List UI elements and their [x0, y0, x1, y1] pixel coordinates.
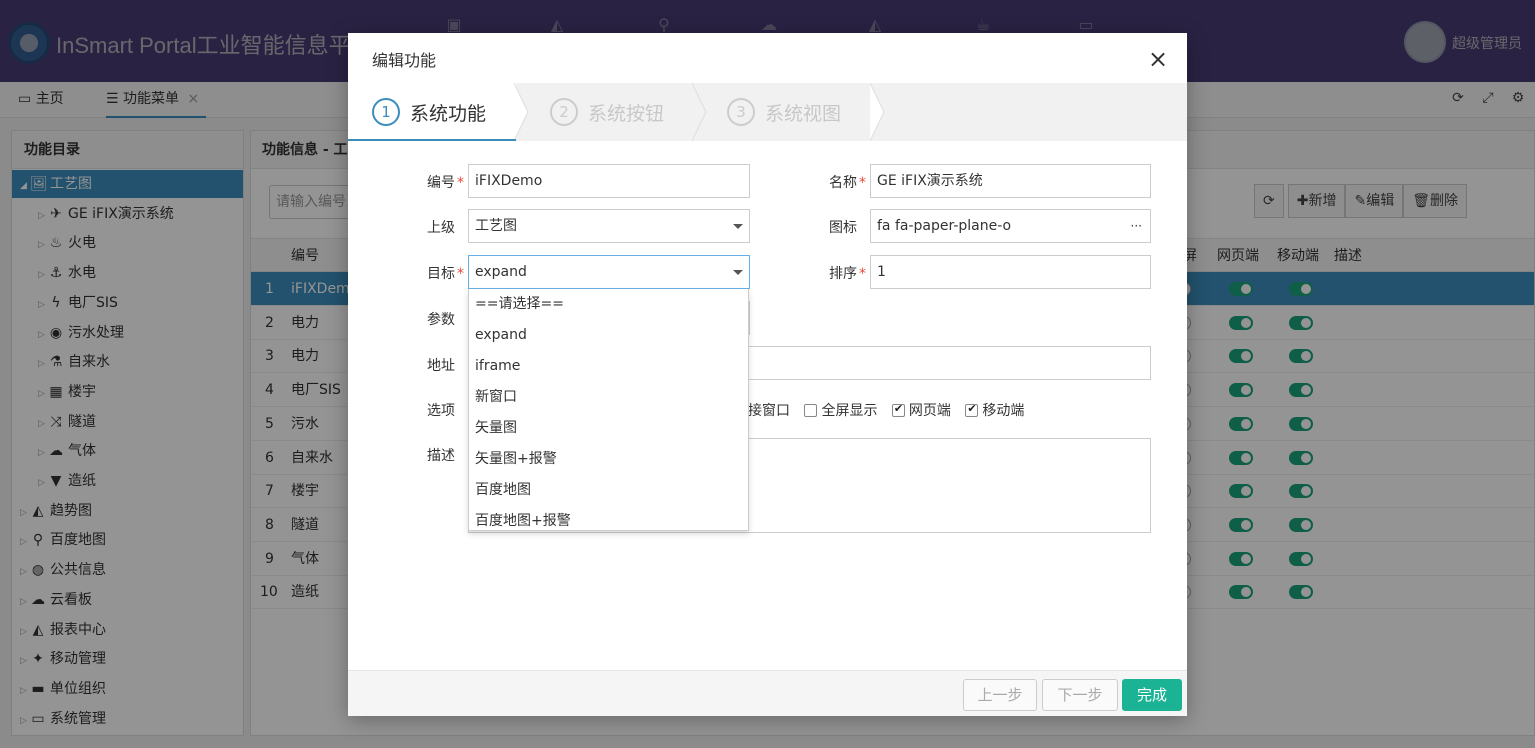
code-label: 编号 * [427, 175, 464, 191]
options-group: 接窗口 全屏显示 网页端 移动端 [748, 400, 1024, 420]
dropdown-option[interactable]: 矢量图 [469, 413, 748, 444]
next-button[interactable]: 下一步 [1042, 679, 1118, 711]
param-label: 参数 [427, 312, 455, 328]
chevron-down-icon [733, 224, 743, 229]
order-label: 排序 * [829, 266, 866, 282]
url-label: 地址 [427, 358, 455, 374]
icon-field[interactable]: fa fa-paper-plane-o ··· [870, 209, 1151, 243]
web-checkbox[interactable] [891, 402, 905, 417]
dropdown-option[interactable]: 百度地图+报警 [469, 506, 748, 530]
dropdown-option[interactable]: expand [469, 320, 748, 351]
chevron-down-icon [733, 270, 743, 275]
target-label: 目标 * [427, 266, 464, 282]
dropdown-option[interactable]: iframe [469, 351, 748, 382]
dialog-title: 编辑功能 [372, 51, 437, 70]
more-icon[interactable]: ··· [1131, 210, 1142, 242]
dropdown-option[interactable]: 百度地图 [469, 475, 748, 506]
step-system-function[interactable]: 1 系统功能 [372, 83, 486, 141]
order-field[interactable]: 1 [870, 255, 1151, 289]
step-system-buttons[interactable]: 2 系统按钮 [550, 83, 664, 141]
dropdown-option[interactable]: 矢量图+报警 [469, 444, 748, 475]
mobile-checkbox[interactable] [965, 402, 979, 417]
icon-label: 图标 [829, 220, 857, 236]
dropdown-option[interactable]: ==请选择== [469, 289, 748, 320]
code-field[interactable]: iFIXDemo [468, 164, 750, 198]
desc-label: 描述 [427, 448, 455, 464]
step-divider [692, 83, 707, 141]
finish-button[interactable]: 完成 [1122, 679, 1182, 711]
name-label: 名称 * [829, 175, 866, 191]
parent-label: 上级 [427, 220, 455, 236]
step-divider [514, 83, 529, 141]
prev-button[interactable]: 上一步 [963, 679, 1037, 711]
close-icon[interactable]: × [1148, 45, 1168, 73]
dialog-footer: 上一步 下一步 完成 [348, 670, 1187, 716]
fullscreen-checkbox[interactable] [804, 404, 818, 417]
step-system-views[interactable]: 3 系统视图 [727, 83, 841, 141]
step-divider [870, 83, 885, 141]
dropdown-option[interactable]: 新窗口 [469, 382, 748, 413]
target-select[interactable]: expand [468, 255, 750, 289]
name-field[interactable]: GE iFIX演示系统 [870, 164, 1151, 198]
option-window[interactable]: 接窗口 [748, 403, 790, 419]
options-label: 选项 [427, 403, 455, 419]
target-dropdown: ==请选择== expand iframe 新窗口 矢量图 矢量图+报警 百度地图 百度地图+… [468, 289, 749, 531]
parent-select[interactable]: 工艺图 [468, 209, 750, 243]
